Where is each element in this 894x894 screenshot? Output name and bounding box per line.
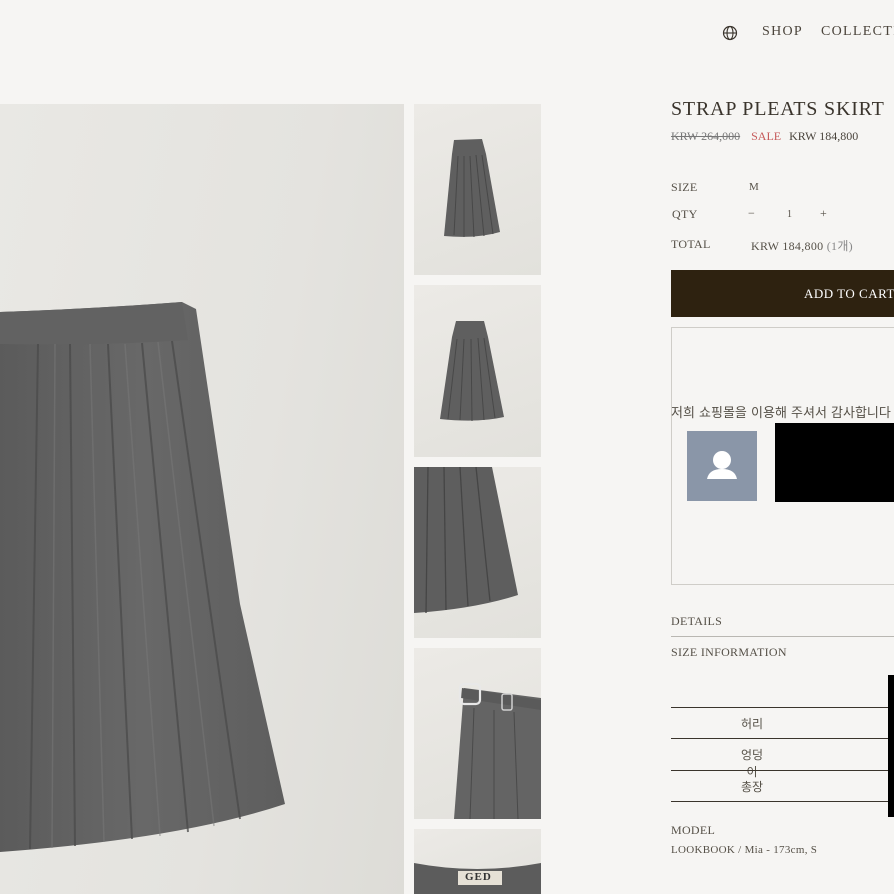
qty-decrease-button[interactable]: − [748,206,762,222]
total-count: (1개) [826,239,853,253]
thumbnail-5[interactable]: GED [414,829,541,894]
price-block: KRW 264,000 SALE KRW 184,800 [671,129,858,144]
thumbnail-2[interactable] [414,285,541,457]
size-table-row: 총장 [671,770,894,802]
size-table-bottom-border [671,801,894,802]
main-product-image[interactable] [0,104,404,894]
globe-icon[interactable] [722,25,738,41]
thumbnail-1[interactable] [414,104,541,275]
thumbnail-5-image [414,863,541,894]
model-info: LOOKBOOK / Mia - 173cm, S [671,844,818,856]
size-table-row: 허리 [671,707,894,739]
add-to-cart-label: ADD TO CART [804,286,894,301]
size-row-label: 총장 [740,780,764,794]
sale-badge: SALE [751,129,782,143]
size-value[interactable]: M [749,181,759,193]
thumbnail-4-image [454,682,541,819]
add-to-cart-button[interactable]: ADD TO CART [671,270,894,317]
user-icon [707,451,737,479]
total-label: TOTAL [671,237,711,251]
size-table-scrollbar[interactable] [888,675,894,817]
qty-label: QTY [672,207,698,221]
total-value: KRW 184,800 (1개) [751,237,853,254]
qty-increase-button[interactable]: + [820,206,834,222]
review-message: 저희 쇼핑몰을 이용해 주셔서 감사합니다 [671,406,891,421]
thumbnail-1-image [444,139,500,238]
thumbnail-4[interactable] [414,648,541,819]
sale-price: KRW 184,800 [789,129,859,143]
thumbnail-3-image [414,467,518,614]
thumbnail-2-image [440,321,504,422]
details-toggle[interactable]: DETAILS [671,614,722,629]
size-label: SIZE [671,180,698,194]
skirt-image [0,302,285,852]
garment-label-text: GED [465,871,492,883]
size-table-row: 엉덩이 [671,738,894,779]
nav-collection-link[interactable]: COLLECTI [821,24,894,40]
top-nav: SHOP COLLECTI [720,22,894,44]
model-label: MODEL [671,823,716,837]
nav-shop-link[interactable]: SHOP [762,24,803,40]
size-row-label: 허리 [740,717,764,731]
total-price: KRW 184,800 [751,239,824,253]
thumbnail-3[interactable] [414,467,541,638]
section-divider [671,636,894,637]
product-title: STRAP PLEATS SKIRT [671,98,885,120]
size-information-toggle[interactable]: SIZE INFORMATION [671,645,787,660]
user-avatar [687,431,757,501]
original-price: KRW 264,000 [671,129,741,143]
qty-input[interactable]: 1 [787,209,792,220]
review-media [775,423,894,502]
